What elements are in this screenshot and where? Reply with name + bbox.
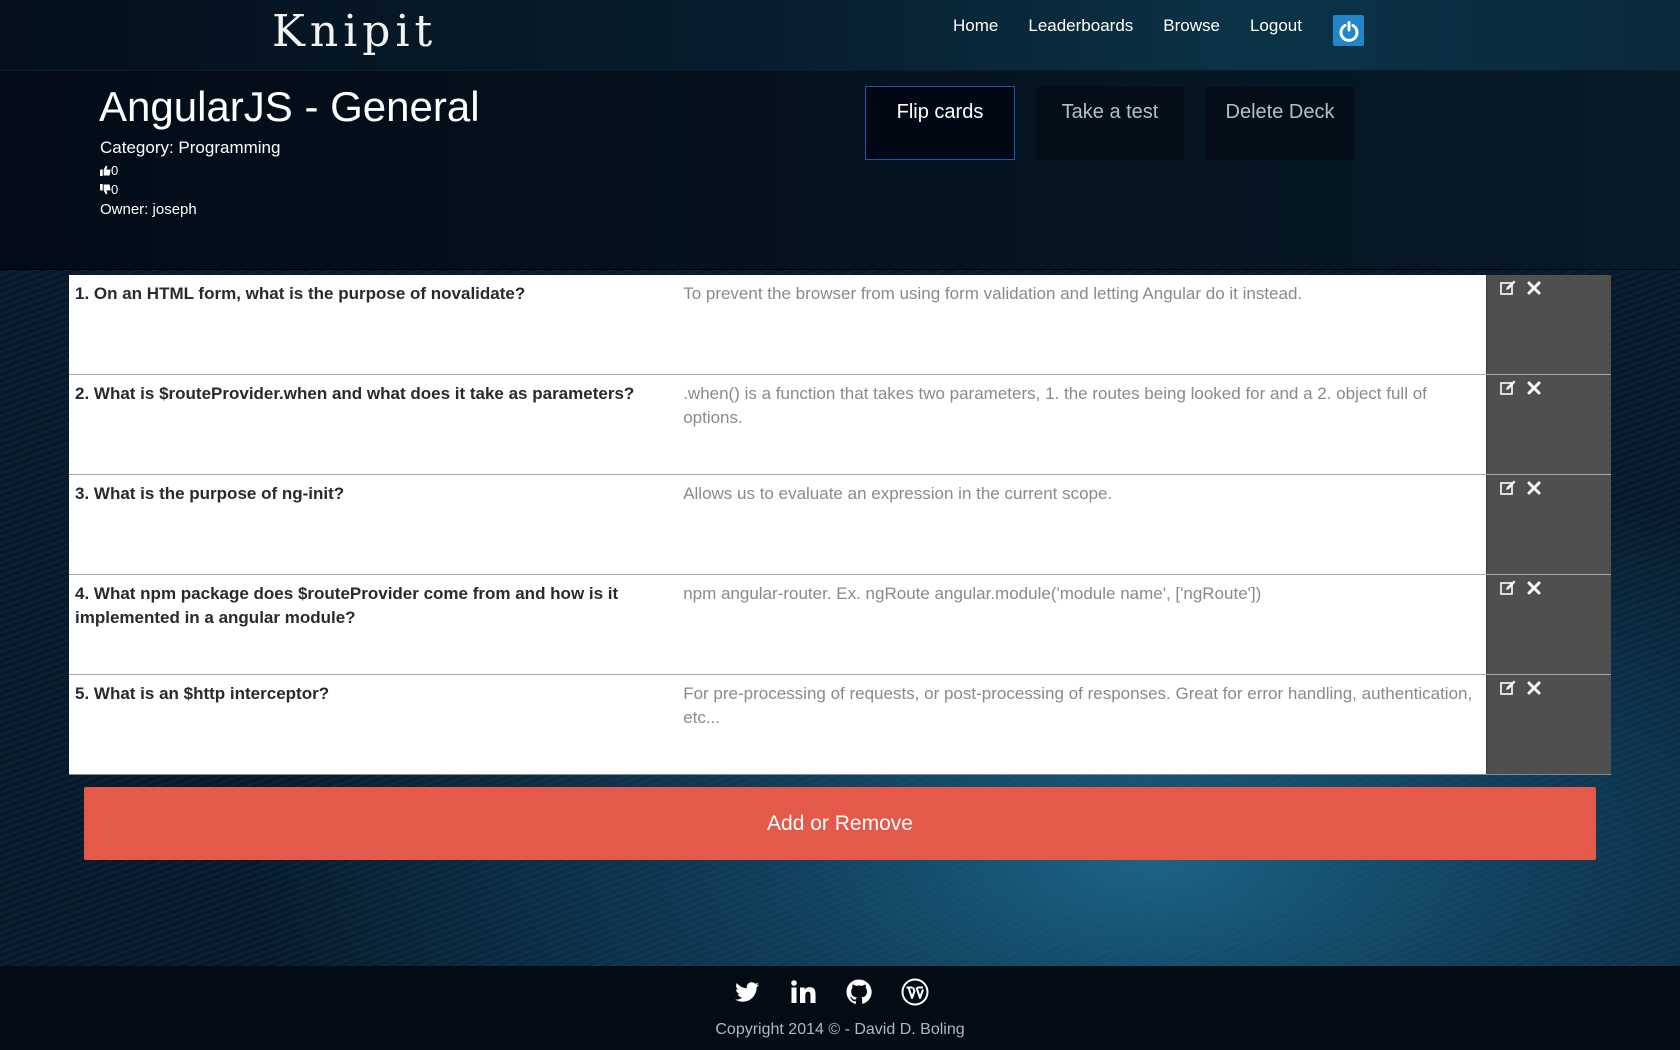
linkedin-icon[interactable]	[789, 978, 817, 1006]
copyright-text: Copyright 2014 © - David D. Boling	[715, 1021, 965, 1038]
card-question: 1. On an HTML form, what is the purpose …	[75, 284, 526, 303]
flip-cards-button[interactable]: Flip cards	[865, 86, 1015, 160]
card-tools	[1486, 475, 1611, 574]
footer: Copyright 2014 © - David D. Boling	[0, 966, 1680, 1050]
card-answer: .when() is a function that takes two par…	[683, 384, 1427, 427]
edit-icon[interactable]	[1500, 280, 1516, 296]
edit-icon[interactable]	[1500, 580, 1516, 596]
social-links	[733, 978, 929, 1006]
power-icon	[1339, 20, 1358, 42]
delete-icon[interactable]	[1526, 680, 1542, 696]
twitter-icon[interactable]	[733, 978, 761, 1006]
nav-link-browse[interactable]: Browse	[1163, 16, 1220, 36]
card-question: 3. What is the purpose of ng-init?	[75, 484, 345, 503]
edit-icon[interactable]	[1500, 480, 1516, 496]
card-tools	[1486, 375, 1611, 474]
nav-link-leaderboards[interactable]: Leaderboards	[1028, 16, 1133, 36]
nav-link-home[interactable]: Home	[953, 16, 998, 36]
card-tools	[1486, 575, 1611, 674]
brand-logo[interactable]: Knipit	[272, 6, 437, 57]
thumbs-up-icon[interactable]	[100, 165, 111, 176]
thumbs-down-count: 0	[100, 182, 118, 197]
nav-links: Home Leaderboards Browse Logout	[953, 16, 1302, 36]
add-or-remove-button[interactable]: Add or Remove	[84, 787, 1596, 860]
card-row: 1. On an HTML form, what is the purpose …	[69, 275, 1611, 375]
card-row: 5. What is an $http interceptor? For pre…	[69, 675, 1611, 775]
wordpress-icon[interactable]	[901, 978, 929, 1006]
card-row: 4. What npm package does $routeProvider …	[69, 575, 1611, 675]
delete-deck-button[interactable]: Delete Deck	[1205, 86, 1355, 160]
deck-header: AngularJS - General Category: Programmin…	[0, 71, 1680, 270]
nav-link-logout[interactable]: Logout	[1250, 16, 1302, 36]
card-answer: To prevent the browser from using form v…	[683, 284, 1303, 303]
github-icon[interactable]	[845, 978, 873, 1006]
card-question: 2. What is $routeProvider.when and what …	[75, 384, 635, 403]
delete-icon[interactable]	[1526, 480, 1542, 496]
card-row: 2. What is $routeProvider.when and what …	[69, 375, 1611, 475]
thumbs-up-value: 0	[111, 163, 119, 178]
card-question: 5. What is an $http interceptor?	[75, 684, 330, 703]
edit-icon[interactable]	[1500, 680, 1516, 696]
deck-owner: Owner: joseph	[100, 201, 197, 218]
card-tools	[1486, 275, 1611, 374]
thumbs-down-icon[interactable]	[100, 184, 111, 195]
card-answer: For pre-processing of requests, or post-…	[683, 684, 1473, 727]
edit-icon[interactable]	[1500, 380, 1516, 396]
thumbs-down-value: 0	[111, 182, 119, 197]
thumbs-up-count: 0	[100, 163, 118, 178]
power-button[interactable]	[1333, 15, 1364, 46]
card-answer: npm angular-router. Ex. ngRoute angular.…	[683, 584, 1262, 603]
deck-title: AngularJS - General	[99, 83, 480, 130]
delete-icon[interactable]	[1526, 280, 1542, 296]
take-test-button[interactable]: Take a test	[1035, 86, 1185, 160]
card-question: 4. What npm package does $routeProvider …	[75, 584, 619, 627]
card-answer: Allows us to evaluate an expression in t…	[683, 484, 1113, 503]
delete-icon[interactable]	[1526, 580, 1542, 596]
delete-icon[interactable]	[1526, 380, 1542, 396]
card-row: 3. What is the purpose of ng-init? Allow…	[69, 475, 1611, 575]
top-navbar: Knipit Home Leaderboards Browse Logout	[0, 0, 1680, 71]
deck-category: Category: Programming	[100, 138, 281, 157]
card-tools	[1486, 675, 1611, 774]
cards-table: 1. On an HTML form, what is the purpose …	[69, 275, 1611, 775]
deck-actions: Flip cards Take a test Delete Deck	[865, 86, 1355, 160]
